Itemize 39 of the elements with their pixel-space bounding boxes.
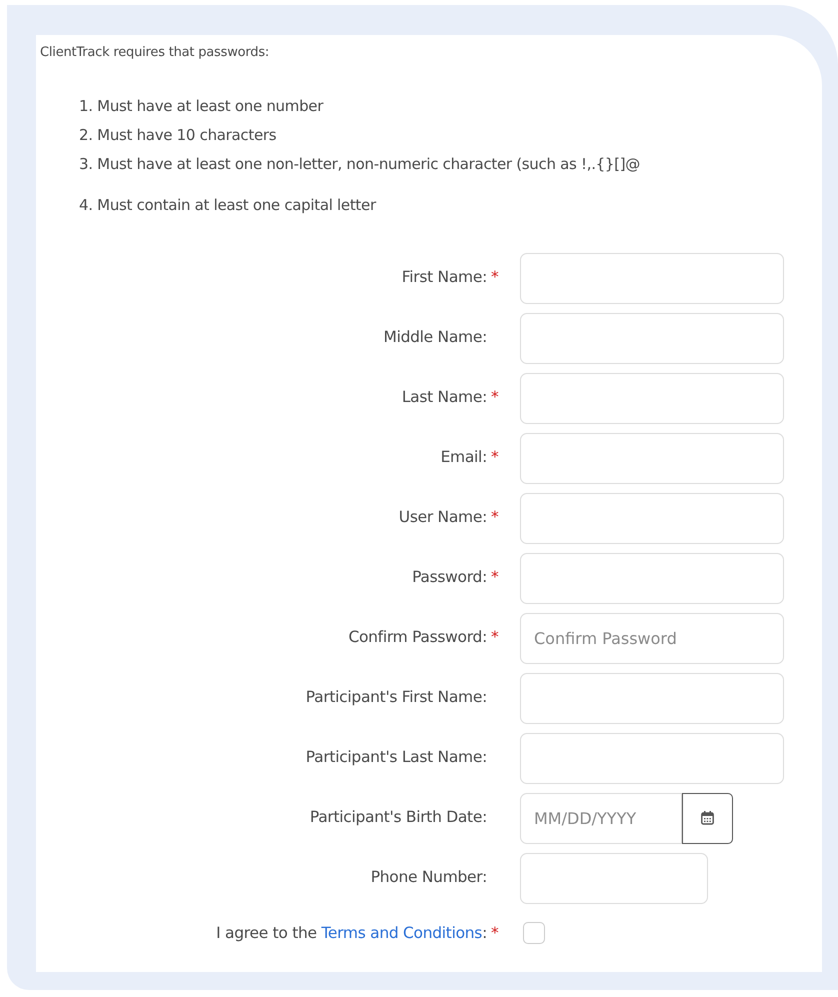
field-label: Confirm Password: bbox=[348, 628, 487, 646]
required-asterisk: * bbox=[490, 507, 499, 528]
terms-label: I agree to the Terms and Conditions: bbox=[216, 924, 487, 942]
calendar-button[interactable] bbox=[682, 792, 733, 844]
text-field[interactable] bbox=[520, 312, 784, 364]
field-label: Last Name: bbox=[402, 388, 487, 406]
text-field[interactable] bbox=[520, 732, 784, 784]
text-field[interactable] bbox=[520, 552, 784, 604]
text-field[interactable] bbox=[520, 372, 784, 424]
field-label: Email: bbox=[440, 448, 487, 466]
field-label: Middle Name: bbox=[384, 328, 487, 346]
field-label: User Name: bbox=[398, 508, 487, 526]
text-field[interactable] bbox=[520, 432, 784, 484]
required-asterisk: * bbox=[490, 387, 499, 408]
requirement-item: 2. Must have 10 characters bbox=[79, 124, 278, 144]
requirement-item: 3. Must have at least one non-letter, non-numeric character (such as !,.{}[]@ bbox=[79, 154, 641, 174]
text-field[interactable] bbox=[520, 492, 784, 544]
field-label: Phone Number: bbox=[370, 868, 487, 886]
terms-link[interactable]: Terms and Conditions bbox=[321, 924, 482, 942]
field-label: Password: bbox=[412, 568, 487, 586]
requirement-item: 4. Must contain at least one capital letter bbox=[79, 194, 378, 214]
required-asterisk: * bbox=[490, 267, 499, 288]
phone-field[interactable] bbox=[520, 852, 708, 904]
field-label: Participant's Birth Date: bbox=[310, 808, 487, 826]
text-field[interactable] bbox=[520, 672, 784, 724]
intro-text: ClientTrack requires that passwords: bbox=[40, 44, 270, 62]
agree-checkbox[interactable] bbox=[523, 922, 545, 944]
text-field[interactable]: Confirm Password bbox=[520, 612, 784, 664]
required-asterisk: * bbox=[490, 567, 499, 588]
requirement-item: 1. Must have at least one number bbox=[79, 96, 324, 116]
calendar-icon bbox=[701, 811, 714, 825]
field-label: First Name: bbox=[402, 268, 487, 286]
required-asterisk: * bbox=[490, 627, 499, 648]
field-label: Participant's First Name: bbox=[306, 688, 487, 706]
date-field[interactable]: MM/DD/YYYY bbox=[520, 792, 682, 844]
required-asterisk: * bbox=[490, 922, 499, 944]
field-label: Participant's Last Name: bbox=[306, 748, 487, 766]
required-asterisk: * bbox=[490, 447, 499, 468]
text-field[interactable] bbox=[520, 252, 784, 304]
